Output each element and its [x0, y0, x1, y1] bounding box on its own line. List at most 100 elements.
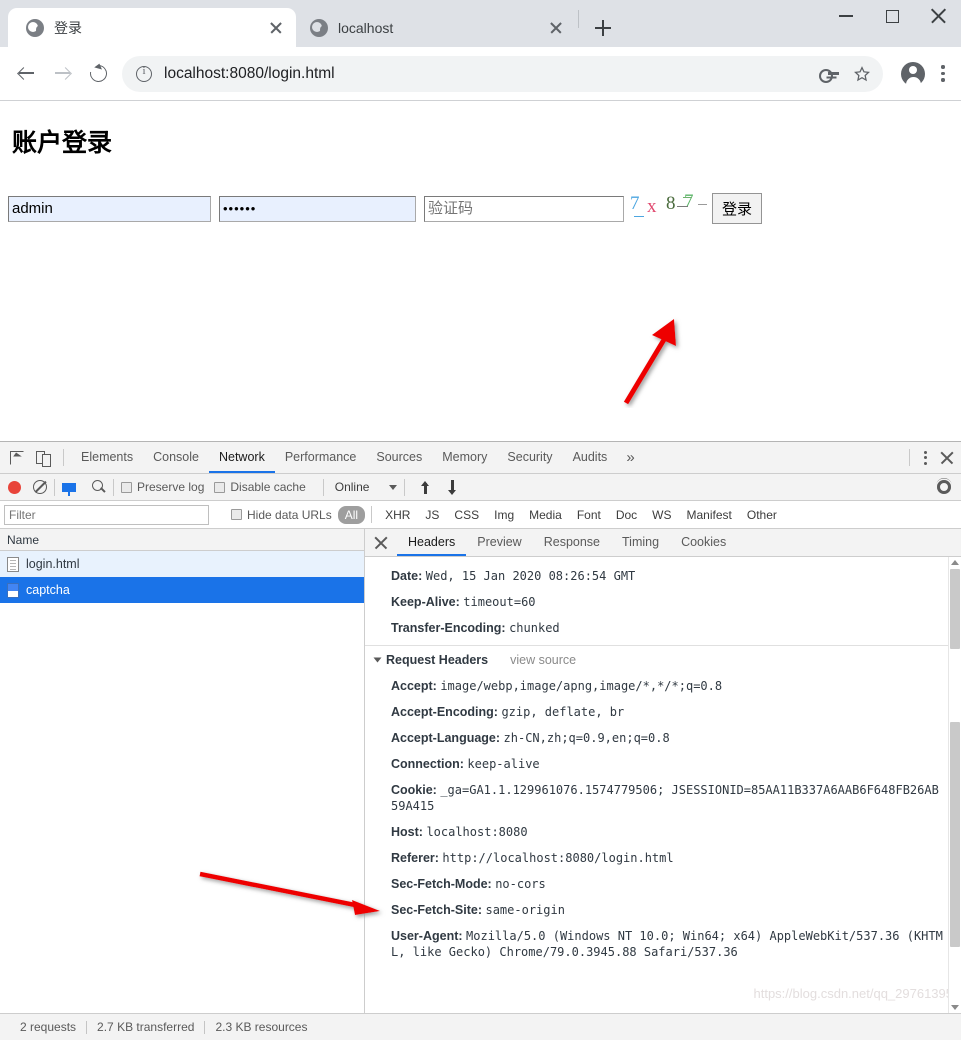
clear-icon[interactable] [33, 480, 47, 494]
disable-cache-checkbox[interactable] [214, 481, 226, 493]
tab-audits[interactable]: Audits [563, 442, 618, 473]
tab-elements[interactable]: Elements [71, 442, 143, 473]
avatar[interactable] [901, 61, 925, 86]
tab-security[interactable]: Security [497, 442, 562, 473]
request-headers-section[interactable]: Request Headers view source [365, 645, 961, 673]
tab-memory[interactable]: Memory [432, 442, 497, 473]
request-detail-panel: Headers Preview Response Timing Cookies … [365, 529, 961, 1013]
throttling-select[interactable]: Online [331, 480, 374, 494]
new-tab-button[interactable] [589, 14, 617, 42]
three-dot-menu-icon[interactable] [933, 62, 953, 86]
username-input[interactable] [8, 195, 211, 222]
filter-type-xhr[interactable]: XHR [378, 506, 417, 524]
scrollbar-thumb[interactable] [950, 569, 960, 649]
header-key: User-Agent: [391, 929, 463, 943]
key-icon[interactable] [819, 66, 839, 83]
tab-response[interactable]: Response [533, 529, 611, 556]
password-input[interactable] [219, 195, 416, 222]
request-name: captcha [26, 583, 70, 597]
devtools-menu-icon[interactable] [917, 448, 933, 468]
maximize-button[interactable] [869, 0, 915, 32]
headers-scrollbar[interactable] [948, 557, 961, 1013]
chevron-down-icon[interactable] [389, 484, 398, 490]
tab-network[interactable]: Network [208, 442, 275, 473]
inspect-element-button[interactable] [4, 445, 30, 471]
header-key: Referer: [391, 851, 439, 865]
tab-cookies[interactable]: Cookies [670, 529, 737, 556]
tab-close-icon[interactable] [546, 18, 566, 38]
record-icon[interactable] [8, 480, 21, 494]
scroll-up-icon[interactable] [950, 557, 960, 568]
filter-type-all[interactable]: All [337, 505, 366, 524]
hide-data-urls-label[interactable]: Hide data URLs [247, 508, 332, 522]
request-column-header[interactable]: Name [0, 529, 364, 551]
address-bar[interactable]: localhost:8080/login.html [122, 55, 883, 92]
devtools-close-icon[interactable] [939, 450, 955, 466]
document-icon [7, 556, 19, 572]
maximize-icon [885, 9, 899, 23]
filter-type-js[interactable]: JS [418, 506, 446, 524]
import-har-icon[interactable] [419, 480, 432, 494]
filter-type-doc[interactable]: Doc [609, 506, 644, 524]
window-close-button[interactable] [915, 0, 961, 32]
header-key: Accept-Encoding: [391, 705, 498, 719]
browser-tab-localhost[interactable]: localhost [296, 8, 576, 47]
header-value: no-cors [495, 877, 546, 891]
preserve-log-label[interactable]: Preserve log [137, 480, 204, 494]
header-value: chunked [509, 621, 560, 635]
preserve-log-checkbox[interactable] [121, 481, 132, 493]
tab-console[interactable]: Console [143, 442, 209, 473]
detail-close-icon[interactable] [373, 535, 389, 551]
filter-type-css[interactable]: CSS [447, 506, 486, 524]
star-icon[interactable] [853, 65, 871, 83]
gear-icon[interactable] [937, 480, 951, 494]
table-row[interactable]: login.html [0, 551, 364, 577]
captcha-image[interactable]: 7 x 8 7 [630, 191, 707, 224]
view-source-link[interactable]: view source [510, 653, 576, 667]
tab-headers[interactable]: Headers [397, 529, 467, 556]
filter-type-font[interactable]: Font [570, 506, 608, 524]
request-name: login.html [26, 557, 80, 571]
filter-type-ws[interactable]: WS [645, 506, 678, 524]
filter-type-media[interactable]: Media [522, 506, 569, 524]
more-tabs-button[interactable]: » [617, 449, 643, 466]
tab-close-icon[interactable] [266, 18, 286, 38]
headers-content[interactable]: Date: Wed, 15 Jan 2020 08:26:54 GMT Keep… [365, 557, 961, 1013]
header-key: Sec-Fetch-Site: [391, 903, 482, 917]
forward-button[interactable] [44, 56, 80, 92]
divider [371, 506, 373, 523]
globe-icon [26, 18, 44, 37]
filter-input[interactable] [4, 504, 209, 525]
header-key: Accept: [391, 679, 437, 693]
browser-tab-login[interactable]: 登录 [8, 8, 296, 47]
tab-timing[interactable]: Timing [611, 529, 670, 556]
header-row-accept-language: Accept-Language: zh-CN,zh;q=0.9,en;q=0.8 [365, 725, 961, 751]
login-button[interactable]: 登录 [712, 193, 763, 224]
scrollbar-thumb[interactable] [950, 722, 960, 947]
tab-performance[interactable]: Performance [275, 442, 367, 473]
tab-title: 登录 [54, 19, 82, 36]
search-icon[interactable] [92, 480, 106, 494]
header-value: Mozilla/5.0 (Windows NT 10.0; Win64; x64… [391, 929, 943, 959]
tab-sources[interactable]: Sources [366, 442, 432, 473]
network-filter-bar: Hide data URLs All XHR JS CSS Img Media … [0, 501, 961, 529]
filter-type-other[interactable]: Other [740, 506, 784, 524]
hide-data-urls-checkbox[interactable] [231, 509, 242, 520]
disable-cache-label[interactable]: Disable cache [230, 480, 305, 494]
filter-type-img[interactable]: Img [487, 506, 521, 524]
filter-type-manifest[interactable]: Manifest [680, 506, 739, 524]
back-button[interactable] [8, 56, 44, 92]
filter-funnel-icon[interactable] [62, 482, 76, 496]
tab-preview[interactable]: Preview [466, 529, 532, 556]
scroll-down-icon[interactable] [950, 1002, 960, 1013]
header-row-accept-encoding: Accept-Encoding: gzip, deflate, br [365, 699, 961, 725]
captcha-noise-line [677, 205, 688, 207]
captcha-input[interactable] [424, 195, 624, 222]
tab-title: localhost [338, 19, 394, 36]
table-row[interactable]: captcha [0, 577, 364, 603]
reload-button[interactable] [80, 56, 116, 92]
minimize-button[interactable] [823, 0, 869, 32]
device-toolbar-button[interactable] [30, 445, 56, 471]
export-har-icon[interactable] [446, 480, 459, 495]
info-icon[interactable] [136, 65, 152, 82]
